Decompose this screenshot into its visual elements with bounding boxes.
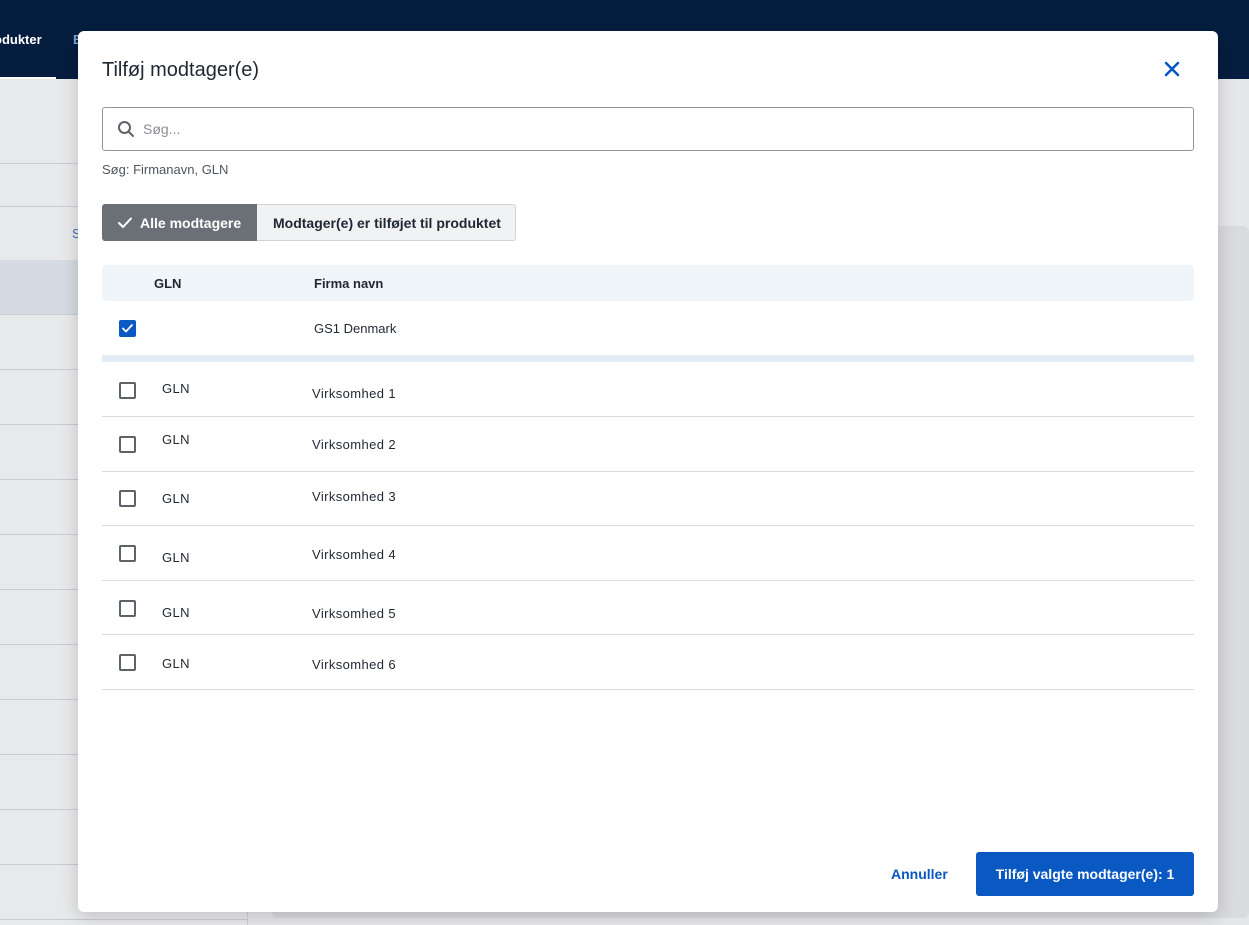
column-header-gln: GLN xyxy=(154,276,182,291)
gln-cell: GLN xyxy=(162,605,190,620)
column-header-company: Firma navn xyxy=(314,276,384,291)
checkmark-icon xyxy=(122,324,133,333)
row-checkbox[interactable] xyxy=(119,654,136,671)
modal-title: Tilføj modtager(e) xyxy=(102,59,260,81)
filter-added-recipients[interactable]: Modtager(e) er tilføjet til produktet xyxy=(257,204,516,241)
search-box xyxy=(102,107,1194,151)
close-icon xyxy=(1164,61,1180,77)
table-row: GLN Virksomhed 6 xyxy=(102,635,1194,690)
add-selected-recipients-button[interactable]: Tilføj valgte modtager(e): 1 xyxy=(976,852,1194,896)
row-checkbox[interactable] xyxy=(119,545,136,562)
row-checkbox[interactable] xyxy=(119,600,136,617)
company-name: Virksomhed 2 xyxy=(312,437,397,452)
search-input[interactable] xyxy=(143,108,1183,150)
search-hint: Søg: Firmanavn, GLN xyxy=(102,162,229,177)
selection-divider xyxy=(102,355,1194,362)
company-name: Virksomhed 1 xyxy=(312,386,397,401)
filter-added-label: Modtager(e) er tilføjet til produktet xyxy=(273,214,501,231)
checkmark-icon xyxy=(118,217,132,228)
gln-cell: GLN xyxy=(162,381,190,396)
company-name: Virksomhed 5 xyxy=(312,606,397,621)
table-header: GLN Firma navn xyxy=(102,265,1194,301)
gln-cell: GLN xyxy=(162,550,190,565)
company-name: GS1 Denmark xyxy=(314,321,397,336)
filter-all-label: Alle modtagere xyxy=(140,214,242,231)
background-row xyxy=(0,919,248,920)
row-checkbox[interactable] xyxy=(119,436,136,453)
table-row: GLN Virksomhed 3 xyxy=(102,472,1194,526)
search-icon xyxy=(118,121,134,137)
row-checkbox[interactable] xyxy=(119,382,136,399)
company-name: Virksomhed 3 xyxy=(312,489,397,504)
nav-item-products[interactable]: odukter xyxy=(0,32,56,80)
row-checkbox[interactable] xyxy=(119,490,136,507)
gln-cell: GLN xyxy=(162,432,190,447)
table-row: GLN Virksomhed 4 xyxy=(102,526,1194,581)
filter-all-recipients[interactable]: Alle modtagere xyxy=(102,204,257,241)
table-row: GLN Virksomhed 5 xyxy=(102,581,1194,635)
close-button[interactable] xyxy=(1160,57,1184,81)
gln-cell: GLN xyxy=(162,656,190,671)
table-row: GLN Virksomhed 2 xyxy=(102,417,1194,472)
row-checkbox-checked[interactable] xyxy=(119,320,136,337)
table-row: GLN Virksomhed 1 xyxy=(102,362,1194,417)
company-name: Virksomhed 4 xyxy=(312,547,397,562)
add-recipients-modal: Tilføj modtager(e) Søg: Firmanavn, GLN A… xyxy=(78,31,1218,912)
company-name: Virksomhed 6 xyxy=(312,657,397,672)
gln-cell: GLN xyxy=(162,491,190,506)
cancel-button[interactable]: Annuller xyxy=(891,866,948,882)
selected-recipient-row: GS1 Denmark xyxy=(102,301,1194,355)
